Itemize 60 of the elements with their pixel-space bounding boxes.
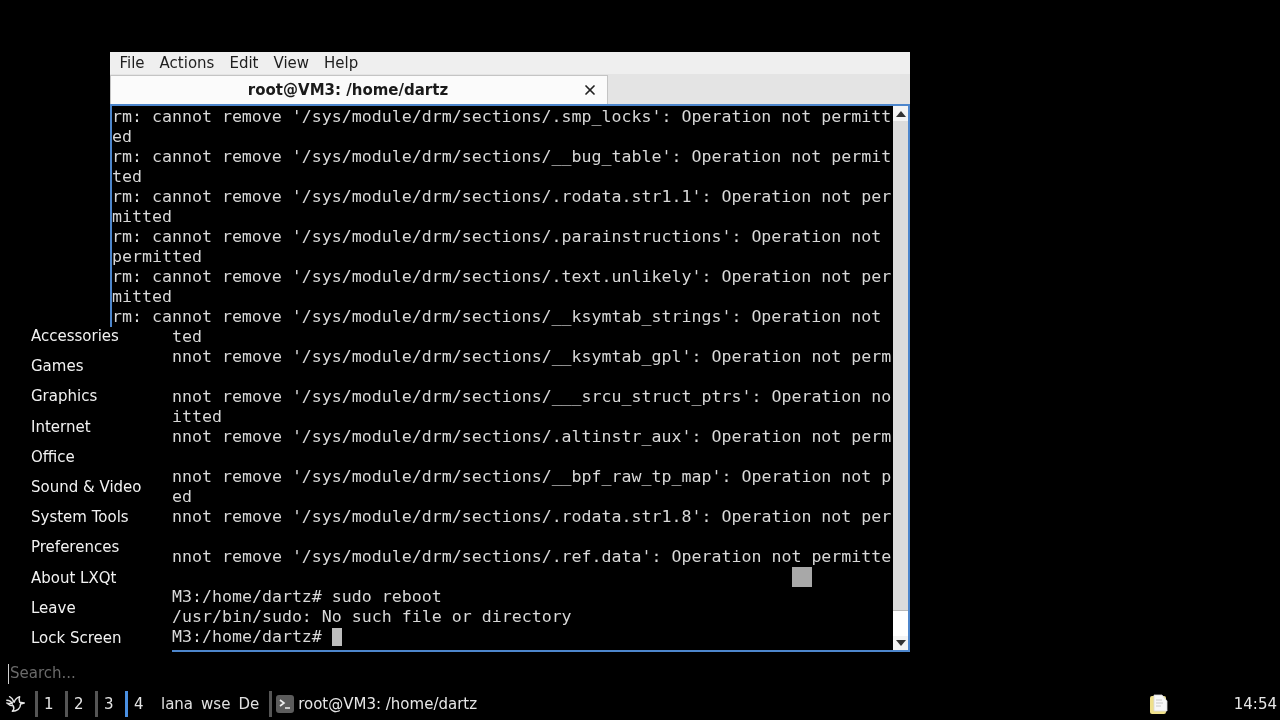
terminal-line: nnot remove '/sys/module/drm/sections/.altinstr_aux': Operation not perm	[172, 427, 892, 446]
terminal-line: ted	[172, 327, 202, 346]
terminal-line: nnot remove '/sys/module/drm/sections/.ref.data': Operation not permitte	[172, 547, 892, 566]
scrollbar[interactable]	[893, 106, 908, 650]
terminal-line: rm: cannot remove '/sys/module/drm/sections/.parainstructions': Operation not	[112, 227, 882, 246]
notepad-icon	[1149, 694, 1168, 714]
tab[interactable]: root@VM3: /home/dartz	[110, 75, 608, 104]
terminal-line: rm: cannot remove '/sys/module/drm/sections/.text.unlikely': Operation not per	[112, 267, 892, 286]
menu-item[interactable]: Leave	[0, 598, 172, 629]
desktop-button[interactable]: 1	[35, 691, 65, 717]
block-icon	[792, 567, 812, 587]
terminal-line: rm: cannot remove '/sys/module/drm/sections/__bug_table': Operation not permit	[112, 147, 892, 166]
terminal-line: ted	[112, 167, 142, 186]
close-icon	[582, 82, 598, 98]
terminal-line: mitted	[112, 207, 172, 226]
menu-item[interactable]: About LXQt	[0, 568, 172, 599]
menu-item[interactable]: System Tools	[0, 508, 172, 539]
terminal-line: nnot remove '/sys/module/drm/sections/__ksymtab_gpl': Operation not perm	[172, 347, 892, 366]
menu-item[interactable]: Office	[0, 447, 172, 478]
task-button[interactable]: root@VM3: /home/dartz	[275, 690, 479, 718]
menu-item[interactable]: Sound & Video	[0, 477, 172, 509]
terminal-line: itted	[172, 407, 222, 426]
down-arrow-icon[interactable]	[895, 640, 906, 646]
block-cursor-icon	[331, 628, 342, 646]
menu-item[interactable]: Accessories	[0, 327, 172, 358]
terminal-line: ed	[112, 127, 132, 146]
tab-title: root@VM3: /home/dartz	[246, 79, 450, 101]
menu-item[interactable]: Lock Screen	[0, 628, 172, 660]
terminal-prompt: M3:/home/dartz#	[172, 627, 322, 647]
menu-item[interactable]: Actions	[152, 54, 222, 72]
desktop-button[interactable]: 4	[125, 691, 155, 717]
clock: 14:54	[1233, 693, 1277, 715]
taskbar-item[interactable]: wse	[199, 692, 233, 716]
menu-item[interactable]: Internet	[0, 417, 172, 448]
taskbar-item[interactable]: De	[236, 692, 262, 716]
menu-item[interactable]: Preferences	[0, 538, 172, 569]
scrollbar-thumb[interactable]	[893, 610, 908, 636]
terminal-line: nnot remove '/sys/module/drm/sections/__bpf_raw_tp_map': Operation not p	[172, 467, 892, 486]
terminal-icon	[276, 695, 295, 713]
menu-item[interactable]: Games	[0, 357, 172, 388]
menu-item[interactable]: File	[112, 54, 153, 72]
menu-item[interactable]: Graphics	[0, 387, 172, 418]
terminal-line: nnot remove '/sys/module/drm/sections/.rodata.str1.8': Operation not per	[172, 507, 892, 526]
menu-item[interactable]: Edit	[221, 54, 266, 72]
terminal-line: nnot remove '/sys/module/drm/sections/___srcu_struct_ptrs': Operation no	[172, 387, 892, 406]
terminal-line: M3:/home/dartz# sudo reboot	[172, 587, 442, 606]
terminal-line: ed	[172, 487, 192, 506]
terminal-line: /usr/bin/sudo: No such file or directory	[172, 607, 572, 626]
bird-icon	[5, 693, 27, 715]
terminal-line: permitted	[112, 247, 202, 266]
menu-item[interactable]: View	[265, 54, 317, 72]
taskbar-item[interactable]: lana	[159, 692, 196, 716]
desktop-button[interactable]: 2	[65, 691, 95, 717]
terminal-line: mitted	[112, 287, 172, 306]
terminal-line: rm: cannot remove '/sys/module/drm/sections/.smp_locks': Operation not permitt	[112, 107, 892, 126]
terminal-line: rm: cannot remove '/sys/module/drm/sections/__ksymtab_strings': Operation not	[112, 307, 882, 326]
desktop-button[interactable]: 3	[95, 691, 125, 717]
menu-item[interactable]: Help	[316, 54, 366, 72]
up-arrow-icon[interactable]	[895, 110, 906, 117]
terminal-line: rm: cannot remove '/sys/module/drm/sections/.rodata.str1.1': Operation not per	[112, 187, 892, 206]
